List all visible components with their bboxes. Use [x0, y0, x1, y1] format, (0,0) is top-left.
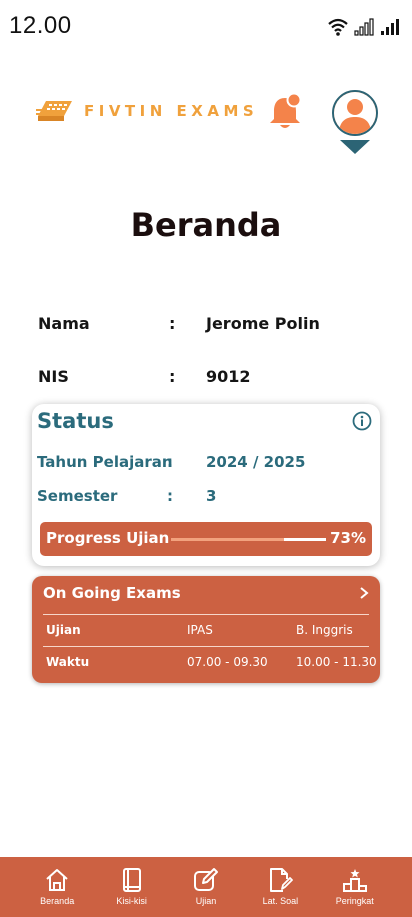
nav-label: Beranda — [40, 896, 75, 906]
colon: : — [167, 453, 173, 471]
status-bar: 12.00 — [0, 0, 412, 52]
exam-subject: IPAS — [187, 623, 213, 637]
colon: : — [167, 487, 173, 505]
avatar[interactable] — [332, 90, 378, 136]
status-label: Semester — [37, 487, 118, 505]
status-title: Status — [37, 409, 114, 433]
logo-book-icon — [36, 101, 72, 121]
row-label-ujian: Ujian — [46, 623, 81, 637]
ongoing-title: On Going Exams — [43, 584, 181, 602]
home-icon — [46, 869, 68, 891]
bottom-nav: Beranda Kisi-kisi Ujian Lat. Soal Pering… — [0, 857, 412, 917]
page-title: Beranda — [130, 206, 282, 244]
status-card: Status Tahun Pelajaran : 2024 / 2025 Sem… — [32, 404, 380, 566]
status-value: 3 — [206, 487, 217, 505]
caret-down-icon[interactable] — [340, 140, 370, 154]
nav-beranda[interactable]: Beranda — [27, 857, 87, 917]
nav-label: Peringkat — [335, 896, 374, 906]
exam-time: 07.00 - 09.30 — [187, 655, 268, 669]
book-icon — [122, 868, 141, 892]
profile-menu[interactable] — [332, 90, 378, 156]
exam-progress: Progress Ujian 73% — [40, 522, 372, 556]
exam-time: 10.00 - 11.30 — [296, 655, 377, 669]
row-label-waktu: Waktu — [46, 655, 90, 669]
brand-name: FIVTIN EXAMS — [84, 102, 259, 120]
nav-ujian[interactable]: Ujian — [176, 857, 236, 917]
notification-button[interactable] — [268, 92, 304, 132]
edit-icon — [193, 868, 218, 891]
ongoing-exams-card[interactable]: On Going Exams Ujian IPAS B. Inggris Wak… — [32, 576, 380, 683]
chevron-right-icon[interactable] — [358, 586, 370, 600]
progress-track — [171, 538, 326, 541]
document-edit-icon — [270, 868, 294, 892]
profile-label: Nama — [38, 314, 90, 333]
status-icons — [328, 14, 400, 36]
progress-percent: 73% — [330, 529, 366, 547]
progress-fill — [171, 538, 285, 541]
signal-outline-icon — [354, 18, 374, 36]
status-value: 2024 / 2025 — [206, 453, 306, 471]
bell-icon — [270, 92, 302, 128]
colon: : — [169, 367, 176, 386]
nav-label: Lat. Soal — [262, 896, 299, 906]
exam-subject: B. Inggris — [296, 623, 353, 637]
nav-label: Ujian — [195, 896, 217, 906]
profile-value: 9012 — [206, 367, 251, 386]
divider — [43, 646, 369, 647]
profile-value: Jerome Polin — [206, 314, 320, 333]
nav-label: Kisi-kisi — [116, 896, 147, 906]
signal-icon — [381, 19, 399, 35]
status-label: Tahun Pelajaran — [37, 453, 173, 471]
status-time: 12.00 — [9, 12, 72, 39]
info-icon[interactable] — [352, 411, 372, 431]
podium-icon — [342, 869, 367, 892]
progress-label: Progress Ujian — [46, 529, 170, 547]
colon: : — [169, 314, 176, 333]
nav-lat-soal[interactable]: Lat. Soal — [250, 857, 310, 917]
user-icon — [334, 92, 376, 134]
divider — [43, 614, 369, 615]
nav-kisi-kisi[interactable]: Kisi-kisi — [102, 857, 162, 917]
app-logo: FIVTIN EXAMS — [36, 98, 258, 124]
profile-label: NIS — [38, 367, 69, 386]
nav-peringkat[interactable]: Peringkat — [325, 857, 385, 917]
wifi-icon — [328, 18, 348, 36]
